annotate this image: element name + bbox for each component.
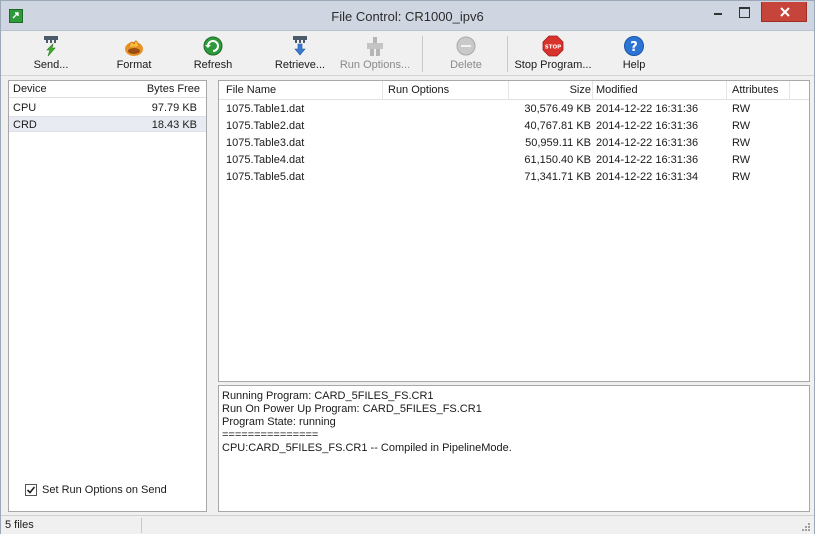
file-row[interactable]: 1075.Table1.dat 30,576.49 KB 2014-12-22 …: [219, 101, 809, 118]
status-bar: 5 files: [1, 515, 814, 534]
log-line: Running Program: CARD_5FILES_FS.CR1: [222, 390, 434, 402]
file-size: 71,341.71 KB: [524, 171, 591, 183]
log-line: Program State: running: [222, 416, 336, 428]
file-name: 1075.Table3.dat: [226, 137, 305, 149]
column-divider[interactable]: [726, 81, 727, 100]
format-button[interactable]: Format: [109, 34, 159, 74]
format-label: Format: [116, 59, 152, 71]
file-name: 1075.Table2.dat: [226, 120, 305, 132]
device-bytes-free: 18.43 KB: [151, 119, 197, 131]
column-divider[interactable]: [382, 81, 383, 100]
set-run-options-label[interactable]: Set Run Options on Send: [42, 484, 167, 496]
file-attributes: RW: [732, 103, 751, 115]
pane-splitter[interactable]: [210, 80, 216, 512]
delete-label: Delete: [450, 59, 482, 71]
modified-column-header[interactable]: Modified: [596, 84, 638, 96]
set-run-options-checkbox[interactable]: Set Run Options on Send: [9, 479, 206, 501]
toolbar-separator: [507, 36, 508, 72]
stop-program-button[interactable]: STOP Stop Program...: [511, 34, 595, 74]
window-title: File Control: CR1000_ipv6: [331, 9, 484, 24]
retrieve-icon: [289, 35, 311, 57]
log-line: Run On Power Up Program: CARD_5FILES_FS.…: [222, 403, 482, 415]
device-row-crd[interactable]: CRD 18.43 KB: [9, 116, 206, 132]
file-name: 1075.Table4.dat: [226, 154, 305, 166]
file-name: 1075.Table5.dat: [226, 171, 305, 183]
delete-button[interactable]: Delete: [441, 34, 491, 74]
device-bytes-free: 97.79 KB: [151, 102, 197, 114]
status-divider: [141, 518, 142, 533]
bytes-free-column-header[interactable]: Bytes Free: [147, 83, 200, 95]
file-row[interactable]: 1075.Table4.dat 61,150.40 KB 2014-12-22 …: [219, 152, 809, 169]
file-size: 61,150.40 KB: [524, 154, 591, 166]
refresh-button[interactable]: Refresh: [192, 34, 234, 74]
device-row-cpu[interactable]: CPU 97.79 KB: [9, 100, 206, 116]
run-options-icon: [364, 35, 386, 57]
svg-text:STOP: STOP: [545, 45, 561, 51]
log-line: CPU:CARD_5FILES_FS.CR1 -- Compiled in Pi…: [222, 442, 512, 454]
file-attributes: RW: [732, 171, 751, 183]
refresh-icon: [202, 35, 224, 57]
file-modified: 2014-12-22 16:31:36: [596, 120, 699, 132]
device-list-header: Device Bytes Free: [9, 81, 206, 98]
file-attributes: RW: [732, 154, 751, 166]
attributes-column-header[interactable]: Attributes: [732, 84, 778, 96]
log-line: ===============: [222, 429, 319, 441]
toolbar-separator: [422, 36, 423, 72]
file-size: 30,576.49 KB: [524, 103, 591, 115]
send-icon: [40, 35, 62, 57]
size-column-header[interactable]: Size: [511, 84, 591, 96]
retrieve-button[interactable]: Retrieve...: [267, 34, 333, 74]
delete-icon: [455, 35, 477, 57]
file-row[interactable]: 1075.Table3.dat 50,959.11 KB 2014-12-22 …: [219, 135, 809, 152]
minimize-icon[interactable]: [705, 2, 731, 22]
format-icon: [123, 35, 145, 57]
stop-program-label: Stop Program...: [514, 59, 592, 71]
send-label: Send...: [33, 59, 69, 71]
checkbox-checked-icon[interactable]: [25, 484, 37, 496]
refresh-label: Refresh: [193, 59, 233, 71]
run-options-button[interactable]: Run Options...: [339, 34, 411, 74]
column-divider[interactable]: [592, 81, 593, 100]
send-button[interactable]: Send...: [23, 34, 79, 74]
status-file-count: 5 files: [5, 519, 34, 531]
file-control-window: File Control: CR1000_ipv6 Send... Format…: [0, 0, 815, 534]
file-size: 50,959.11 KB: [525, 137, 591, 149]
file-name: 1075.Table1.dat: [226, 103, 305, 115]
file-row[interactable]: 1075.Table5.dat 71,341.71 KB 2014-12-22 …: [219, 169, 809, 186]
run-options-column-header[interactable]: Run Options: [388, 84, 449, 96]
file-modified: 2014-12-22 16:31:36: [596, 137, 699, 149]
stop-icon: STOP: [542, 35, 564, 57]
maximize-icon[interactable]: [731, 2, 757, 22]
file-row[interactable]: 1075.Table2.dat 40,767.81 KB 2014-12-22 …: [219, 118, 809, 135]
file-modified: 2014-12-22 16:31:36: [596, 154, 699, 166]
toolbar: Send... Format Refresh Retrieve... Run O…: [1, 32, 814, 76]
close-icon[interactable]: [761, 2, 807, 22]
help-button[interactable]: ? Help: [617, 34, 651, 74]
file-attributes: RW: [732, 137, 751, 149]
program-status-log[interactable]: Running Program: CARD_5FILES_FS.CR1 Run …: [218, 385, 810, 512]
device-list[interactable]: Device Bytes Free CPU 97.79 KB CRD 18.43…: [8, 80, 207, 512]
file-name-column-header[interactable]: File Name: [226, 84, 276, 96]
svg-text:?: ?: [630, 40, 638, 55]
device-name: CRD: [13, 119, 37, 131]
resize-grip-icon[interactable]: [801, 522, 811, 532]
column-divider[interactable]: [789, 81, 790, 100]
retrieve-label: Retrieve...: [274, 59, 326, 71]
column-divider[interactable]: [508, 81, 509, 100]
help-icon: ?: [623, 35, 645, 57]
file-modified: 2014-12-22 16:31:36: [596, 103, 699, 115]
device-name: CPU: [13, 102, 37, 114]
title-bar[interactable]: File Control: CR1000_ipv6: [1, 1, 814, 31]
file-size: 40,767.81 KB: [524, 120, 591, 132]
file-list[interactable]: File Name Run Options Size Modified Attr…: [218, 80, 810, 382]
file-modified: 2014-12-22 16:31:34: [596, 171, 699, 183]
run-options-label: Run Options...: [339, 59, 411, 71]
device-column-header[interactable]: Device: [13, 83, 47, 95]
file-list-header: File Name Run Options Size Modified Attr…: [219, 81, 809, 100]
help-label: Help: [622, 59, 646, 71]
file-attributes: RW: [732, 120, 751, 132]
